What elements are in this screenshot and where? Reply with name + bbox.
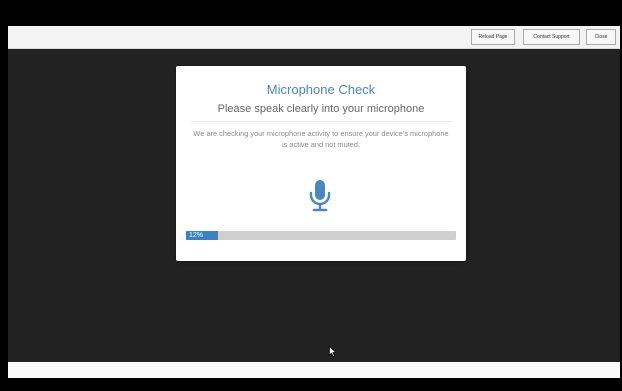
top-toolbar: Reload Page Contact Support Close bbox=[8, 26, 620, 49]
progress-fill: 12% bbox=[186, 231, 219, 240]
dialog-description: We are checking your microphone activity… bbox=[193, 129, 449, 149]
screen: Reload Page Contact Support Close Microp… bbox=[0, 0, 622, 391]
dialog-divider bbox=[190, 121, 452, 122]
mouse-cursor-icon bbox=[329, 346, 337, 357]
reload-page-button[interactable]: Reload Page bbox=[471, 29, 515, 45]
progress-bar: 12% bbox=[186, 231, 456, 240]
contact-support-button[interactable]: Contact Support bbox=[523, 29, 580, 45]
close-button[interactable]: Close bbox=[586, 29, 616, 45]
microphone-check-dialog: Microphone Check Please speak clearly in… bbox=[176, 66, 466, 261]
bottom-strip bbox=[8, 362, 620, 378]
dialog-title: Microphone Check bbox=[266, 82, 376, 97]
microphone-icon bbox=[309, 180, 331, 212]
dialog-subtitle: Please speak clearly into your microphon… bbox=[217, 103, 425, 115]
